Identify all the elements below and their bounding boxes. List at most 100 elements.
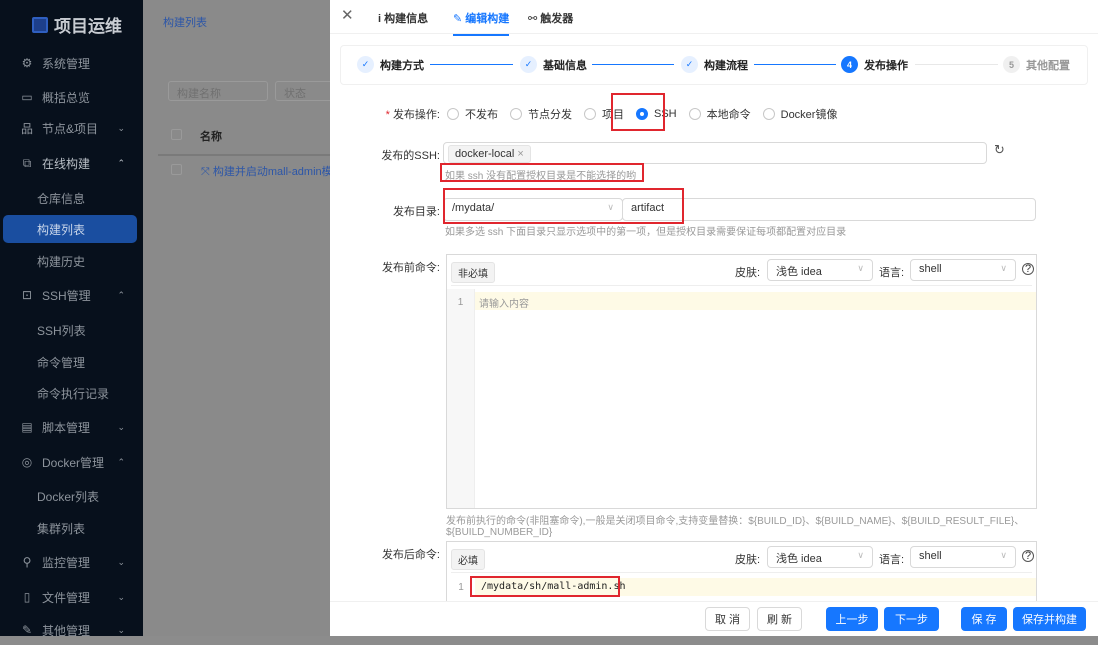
dir-input[interactable]: artifact bbox=[622, 198, 1036, 221]
refresh-button[interactable]: 刷 新 bbox=[757, 607, 802, 631]
chevron-down-icon: ⌄ bbox=[117, 421, 125, 432]
table-scrollbar[interactable] bbox=[158, 154, 330, 156]
sidebar-item-ssh-list[interactable]: SSH列表 bbox=[0, 315, 143, 345]
step-other-config[interactable]: 5 其他配置 bbox=[1003, 56, 1070, 73]
close-icon[interactable]: ✕ bbox=[341, 6, 354, 24]
remove-tag-icon[interactable]: × bbox=[517, 148, 523, 160]
select-value: 浅色 idea bbox=[776, 266, 822, 278]
divider bbox=[451, 572, 1032, 573]
sidebar-item-online-build[interactable]: ⧉ 在线构建 ⌃ bbox=[0, 148, 143, 178]
chevron-up-icon: ⌃ bbox=[117, 289, 125, 300]
line-gutter: 1 bbox=[447, 289, 475, 508]
monitor-icon: ▭ bbox=[21, 90, 33, 104]
sidebar-item-scripts[interactable]: ▤ 脚本管理 ⌄ bbox=[0, 412, 143, 442]
chevron-down-icon: ⌄ bbox=[117, 591, 125, 602]
radio-circle bbox=[584, 108, 596, 120]
save-button[interactable]: 保 存 bbox=[961, 607, 1007, 631]
sidebar-item-command-log[interactable]: 命令执行记录 bbox=[0, 378, 143, 408]
label: 构建列表 bbox=[37, 222, 86, 237]
sidebar-item-ssh[interactable]: ⊡ SSH管理 ⌃ bbox=[0, 280, 143, 310]
expand-icon: ⤧ bbox=[201, 166, 213, 178]
dir-label: 发布目录: bbox=[392, 206, 440, 218]
prev-step-button[interactable]: 上一步 bbox=[826, 607, 878, 631]
label: 节点&项目 bbox=[42, 121, 99, 136]
help-icon[interactable]: ? bbox=[1022, 550, 1034, 562]
divider bbox=[451, 285, 1032, 286]
tab-build-info[interactable]: i 构建信息 bbox=[378, 10, 428, 26]
sidebar-item-overview[interactable]: ▭ 概括总览 bbox=[0, 82, 143, 112]
label: 集群列表 bbox=[37, 521, 86, 536]
sidebar-item-commands[interactable]: 命令管理 bbox=[0, 347, 143, 377]
step-build-flow[interactable]: ✓ 构建流程 bbox=[681, 56, 748, 73]
breadcrumb[interactable]: 构建列表 bbox=[163, 14, 207, 30]
build-name-filter[interactable]: 构建名称 bbox=[168, 81, 268, 101]
file-icon: ▤ bbox=[21, 420, 33, 434]
sidebar-item-nodes[interactable]: 品节点&项目 ⌄ bbox=[0, 113, 143, 143]
status-filter[interactable]: 状态 bbox=[275, 81, 335, 101]
sidebar-item-system[interactable]: ⚙ 系统管理 bbox=[0, 48, 143, 78]
sidebar-item-docker[interactable]: ◎ Docker管理 ⌃ bbox=[0, 447, 143, 477]
sidebar-item-repo[interactable]: 仓库信息 bbox=[0, 183, 143, 213]
step-connector bbox=[592, 64, 674, 65]
build-row-link[interactable]: ⤧ 构建并启动mall-admin模 bbox=[201, 163, 333, 179]
skin-select[interactable]: 浅色 idea ∨ bbox=[767, 259, 873, 281]
ssh-select[interactable]: docker-local × bbox=[443, 142, 987, 164]
label: 文件管理 bbox=[42, 590, 91, 605]
step-connector bbox=[754, 64, 836, 65]
radio-node-distribute[interactable]: 节点分发 bbox=[510, 106, 572, 122]
language-select[interactable]: shell ∨ bbox=[910, 546, 1016, 568]
label: 仓库信息 bbox=[37, 191, 86, 206]
step-basic-info[interactable]: ✓ 基础信息 bbox=[520, 56, 587, 73]
terminal-icon: ⊡ bbox=[21, 288, 33, 302]
radio-no-publish[interactable]: 不发布 bbox=[447, 106, 498, 122]
optional-badge: 非必填 bbox=[451, 262, 495, 283]
radio-label: 本地命令 bbox=[706, 109, 751, 121]
tab-trigger[interactable]: ⚯ 触发器 bbox=[528, 10, 573, 26]
sidebar-item-build-list[interactable]: 构建列表 bbox=[3, 215, 137, 243]
step-publish[interactable]: 4 发布操作 bbox=[841, 56, 908, 73]
tab-label: 构建信息 bbox=[384, 13, 429, 25]
label: 命令管理 bbox=[37, 355, 86, 370]
select-value: 浅色 idea bbox=[776, 553, 822, 565]
skin-select[interactable]: 浅色 idea ∨ bbox=[767, 546, 873, 568]
step-build-method[interactable]: ✓ 构建方式 bbox=[357, 56, 424, 73]
label: 概括总览 bbox=[42, 90, 91, 105]
label: 命令执行记录 bbox=[37, 386, 110, 401]
chevron-down-icon: ⌄ bbox=[117, 556, 125, 567]
label: 脚本管理 bbox=[42, 420, 91, 435]
radio-circle bbox=[510, 108, 522, 120]
sidebar-item-docker-list[interactable]: Docker列表 bbox=[0, 481, 143, 511]
sidebar-item-cluster-list[interactable]: 集群列表 bbox=[0, 513, 143, 543]
radio-local-command[interactable]: 本地命令 bbox=[688, 106, 751, 122]
cancel-button[interactable]: 取 消 bbox=[705, 607, 750, 631]
pre-command-editor: 非必填 皮肤: 浅色 idea ∨ 语言: shell ∨ ? 1 请输入内容 bbox=[446, 254, 1037, 509]
next-step-button[interactable]: 下一步 bbox=[884, 607, 939, 631]
refresh-icon[interactable]: ↻ bbox=[994, 142, 1005, 158]
label: 在线构建 bbox=[42, 156, 91, 171]
save-and-build-button[interactable]: 保存并构建 bbox=[1013, 607, 1086, 631]
label: 构建历史 bbox=[37, 254, 86, 269]
step-connector bbox=[430, 64, 513, 65]
code-input[interactable]: 请输入内容 bbox=[475, 292, 1036, 310]
row-name: 构建并启动mall-admin模 bbox=[212, 166, 333, 178]
docker-icon: ◎ bbox=[21, 455, 33, 469]
label: SSH列表 bbox=[37, 323, 86, 338]
link-icon: ⚯ bbox=[528, 13, 541, 25]
pre-command-label: 发布前命令: bbox=[381, 262, 440, 274]
select-all-checkbox[interactable] bbox=[171, 129, 182, 140]
tag-label: docker-local bbox=[455, 148, 515, 160]
row-checkbox[interactable] bbox=[171, 164, 182, 175]
label: Docker列表 bbox=[37, 489, 100, 504]
sidebar-item-monitor[interactable]: ⚲ 监控管理 ⌄ bbox=[0, 547, 143, 577]
build-icon: ⧉ bbox=[22, 155, 32, 170]
language-select[interactable]: shell ∨ bbox=[910, 259, 1016, 281]
chevron-down-icon: ⌄ bbox=[117, 624, 125, 635]
radio-docker-image[interactable]: Docker镜像 bbox=[762, 106, 837, 122]
sidebar-item-files[interactable]: ▯ 文件管理 ⌄ bbox=[0, 582, 143, 612]
help-icon[interactable]: ? bbox=[1022, 263, 1034, 275]
label: SSH管理 bbox=[42, 288, 91, 303]
chevron-down-icon: ⌄ bbox=[117, 122, 125, 133]
sidebar-item-other[interactable]: ✎ 其他管理 ⌄ bbox=[0, 615, 143, 645]
dir-hint: 如果多选 ssh 下面目录只显示选项中的第一项，但是授权目录需要保证每项都配置对… bbox=[445, 227, 847, 238]
sidebar-item-build-history[interactable]: 构建历史 bbox=[0, 246, 143, 276]
